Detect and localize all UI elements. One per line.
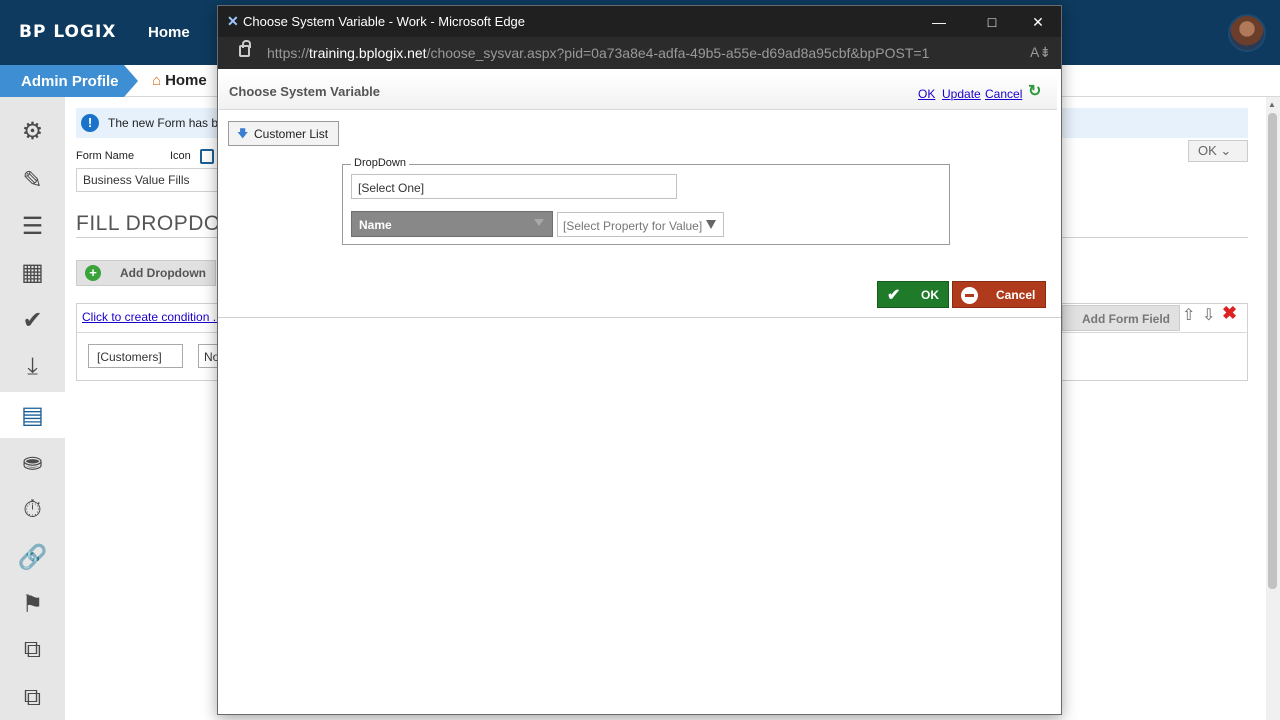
ok-button[interactable]: ✔ OK — [877, 281, 949, 308]
ok-dropdown-label: OK — [1198, 143, 1217, 158]
sidebar-item-import[interactable]: ⤓ — [0, 344, 65, 390]
breadcrumb-home[interactable]: ⌂ Home — [152, 72, 207, 89]
gear-icon: ⚙ — [21, 117, 44, 145]
minimize-icon[interactable]: — — [924, 10, 954, 34]
edge-window-title: Choose System Variable - Work - Microsof… — [243, 14, 526, 29]
timer-icon: ⏱ — [23, 496, 42, 523]
workflow-icon: ⧉ — [23, 636, 42, 663]
refresh-icon[interactable]: ↻ — [1028, 81, 1041, 101]
edge-address-bar[interactable]: https://training.bplogix.net/choose_sysv… — [218, 37, 1061, 69]
edge-app-icon: ✕ — [227, 13, 239, 29]
caret-down-icon — [534, 219, 544, 226]
read-aloud-icon[interactable]: A⇟ — [1030, 44, 1051, 61]
create-condition-link[interactable]: Click to create condition .. — [82, 310, 219, 324]
home-icon: ⌂ — [152, 72, 162, 89]
close-icon[interactable]: ✕ — [1023, 10, 1053, 34]
edge-titlebar[interactable]: ✕ Choose System Variable - Work - Micros… — [218, 6, 1061, 37]
sidebar-item-link[interactable]: 🔗 — [0, 534, 65, 580]
select-one-input[interactable]: [Select One] — [351, 174, 677, 199]
sidebar-item-workflow[interactable]: ⧉ — [0, 627, 65, 673]
address-url[interactable]: https://training.bplogix.net/choose_sysv… — [267, 45, 929, 61]
bplogix-logo[interactable]: BP LOGIX — [19, 22, 116, 42]
url-scheme: https:// — [267, 45, 310, 61]
customers-input[interactable]: [Customers] — [88, 344, 183, 368]
check-icon: ✔ — [887, 287, 901, 304]
move-up-icon[interactable]: ⇧ — [1182, 305, 1195, 325]
lock-icon[interactable] — [239, 40, 251, 57]
info-icon: ! — [81, 114, 99, 132]
sidebar-item-copy[interactable]: ⧉ — [0, 675, 65, 720]
link-icon: 🔗 — [17, 543, 48, 571]
scrollbar-thumb[interactable] — [1268, 113, 1277, 589]
url-path: /choose_sysvar.aspx?pid=0a73a8e4-adfa-49… — [426, 45, 930, 61]
dialog-title: Choose System Variable — [229, 84, 381, 99]
delete-icon[interactable]: ✖ — [1222, 303, 1237, 324]
sidebar-item-table[interactable]: ▦ — [0, 249, 65, 295]
copy-icon: ⧉ — [23, 684, 42, 711]
icon-label: Icon — [170, 150, 191, 162]
scroll-up-icon[interactable]: ▲ — [1268, 100, 1276, 109]
header-update-link[interactable]: Update — [942, 87, 981, 101]
url-host: training.bplogix.net — [309, 45, 427, 61]
sidebar-item-form[interactable]: ▤ — [0, 392, 65, 438]
sidebar-item-edit[interactable]: ✎ — [0, 157, 65, 203]
maximize-icon[interactable]: □ — [977, 10, 1007, 34]
move-down-icon[interactable]: ⇩ — [1202, 305, 1215, 325]
breadcrumb-admin-profile[interactable]: Admin Profile — [0, 65, 138, 97]
ok-dropdown-button[interactable]: OK ⌄ — [1188, 140, 1248, 162]
cancel-button-label: Cancel — [996, 288, 1036, 302]
header-cancel-link[interactable]: Cancel — [985, 87, 1022, 101]
form-name-input[interactable]: Business Value Fills — [76, 168, 226, 192]
name-select[interactable]: Name — [351, 211, 553, 237]
property-value-select[interactable]: [Select Property for Value] — [557, 212, 724, 237]
edit-icon: ✎ — [22, 166, 43, 194]
sidebar-item-list[interactable]: ☰ — [0, 203, 65, 249]
nav-home-link[interactable]: Home — [148, 24, 190, 41]
database-icon: ⛂ — [22, 448, 43, 476]
left-sidebar: ⚙ ✎ ☰ ▦ ✔ ⤓ ▤ ⛂ ⏱ 🔗 ⚑ ⧉ ⧉ — [0, 97, 65, 720]
caret-down-icon — [706, 220, 716, 229]
ok-button-label: OK — [921, 288, 939, 302]
cancel-button[interactable]: Cancel — [952, 281, 1046, 308]
plus-circle-icon: + — [85, 265, 101, 281]
info-banner-text: The new Form has b — [108, 116, 219, 130]
user-avatar[interactable] — [1228, 14, 1266, 52]
check-icon: ✔ — [22, 306, 43, 334]
table-icon: ▦ — [21, 258, 44, 286]
sidebar-item-flag[interactable]: ⚑ — [0, 581, 65, 627]
chevron-down-icon: ⌄ — [1220, 143, 1232, 158]
form-icon[interactable] — [200, 149, 214, 164]
flag-icon: ⚑ — [21, 590, 44, 618]
sidebar-item-database[interactable]: ⛂ — [0, 439, 65, 485]
form-icon: ▤ — [21, 401, 44, 429]
edge-popup-window: ✕ Choose System Variable - Work - Micros… — [217, 5, 1062, 715]
breadcrumb-home-label: Home — [165, 72, 207, 89]
list-icon: ☰ — [21, 212, 44, 240]
sidebar-item-settings[interactable]: ⚙ — [0, 108, 65, 154]
dialog-bottom-divider — [218, 317, 1061, 318]
down-arrow-icon: 🡇 — [237, 128, 249, 140]
import-icon: ⤓ — [27, 353, 38, 380]
header-ok-link[interactable]: OK — [918, 87, 935, 101]
add-form-field-button[interactable]: Add Form Field — [1062, 305, 1180, 331]
form-name-label: Form Name — [76, 150, 135, 162]
dropdown-legend: DropDown — [351, 157, 409, 169]
sidebar-item-timer[interactable]: ⏱ — [0, 487, 65, 533]
sidebar-item-check[interactable]: ✔ — [0, 297, 65, 343]
minus-circle-icon — [961, 287, 978, 304]
